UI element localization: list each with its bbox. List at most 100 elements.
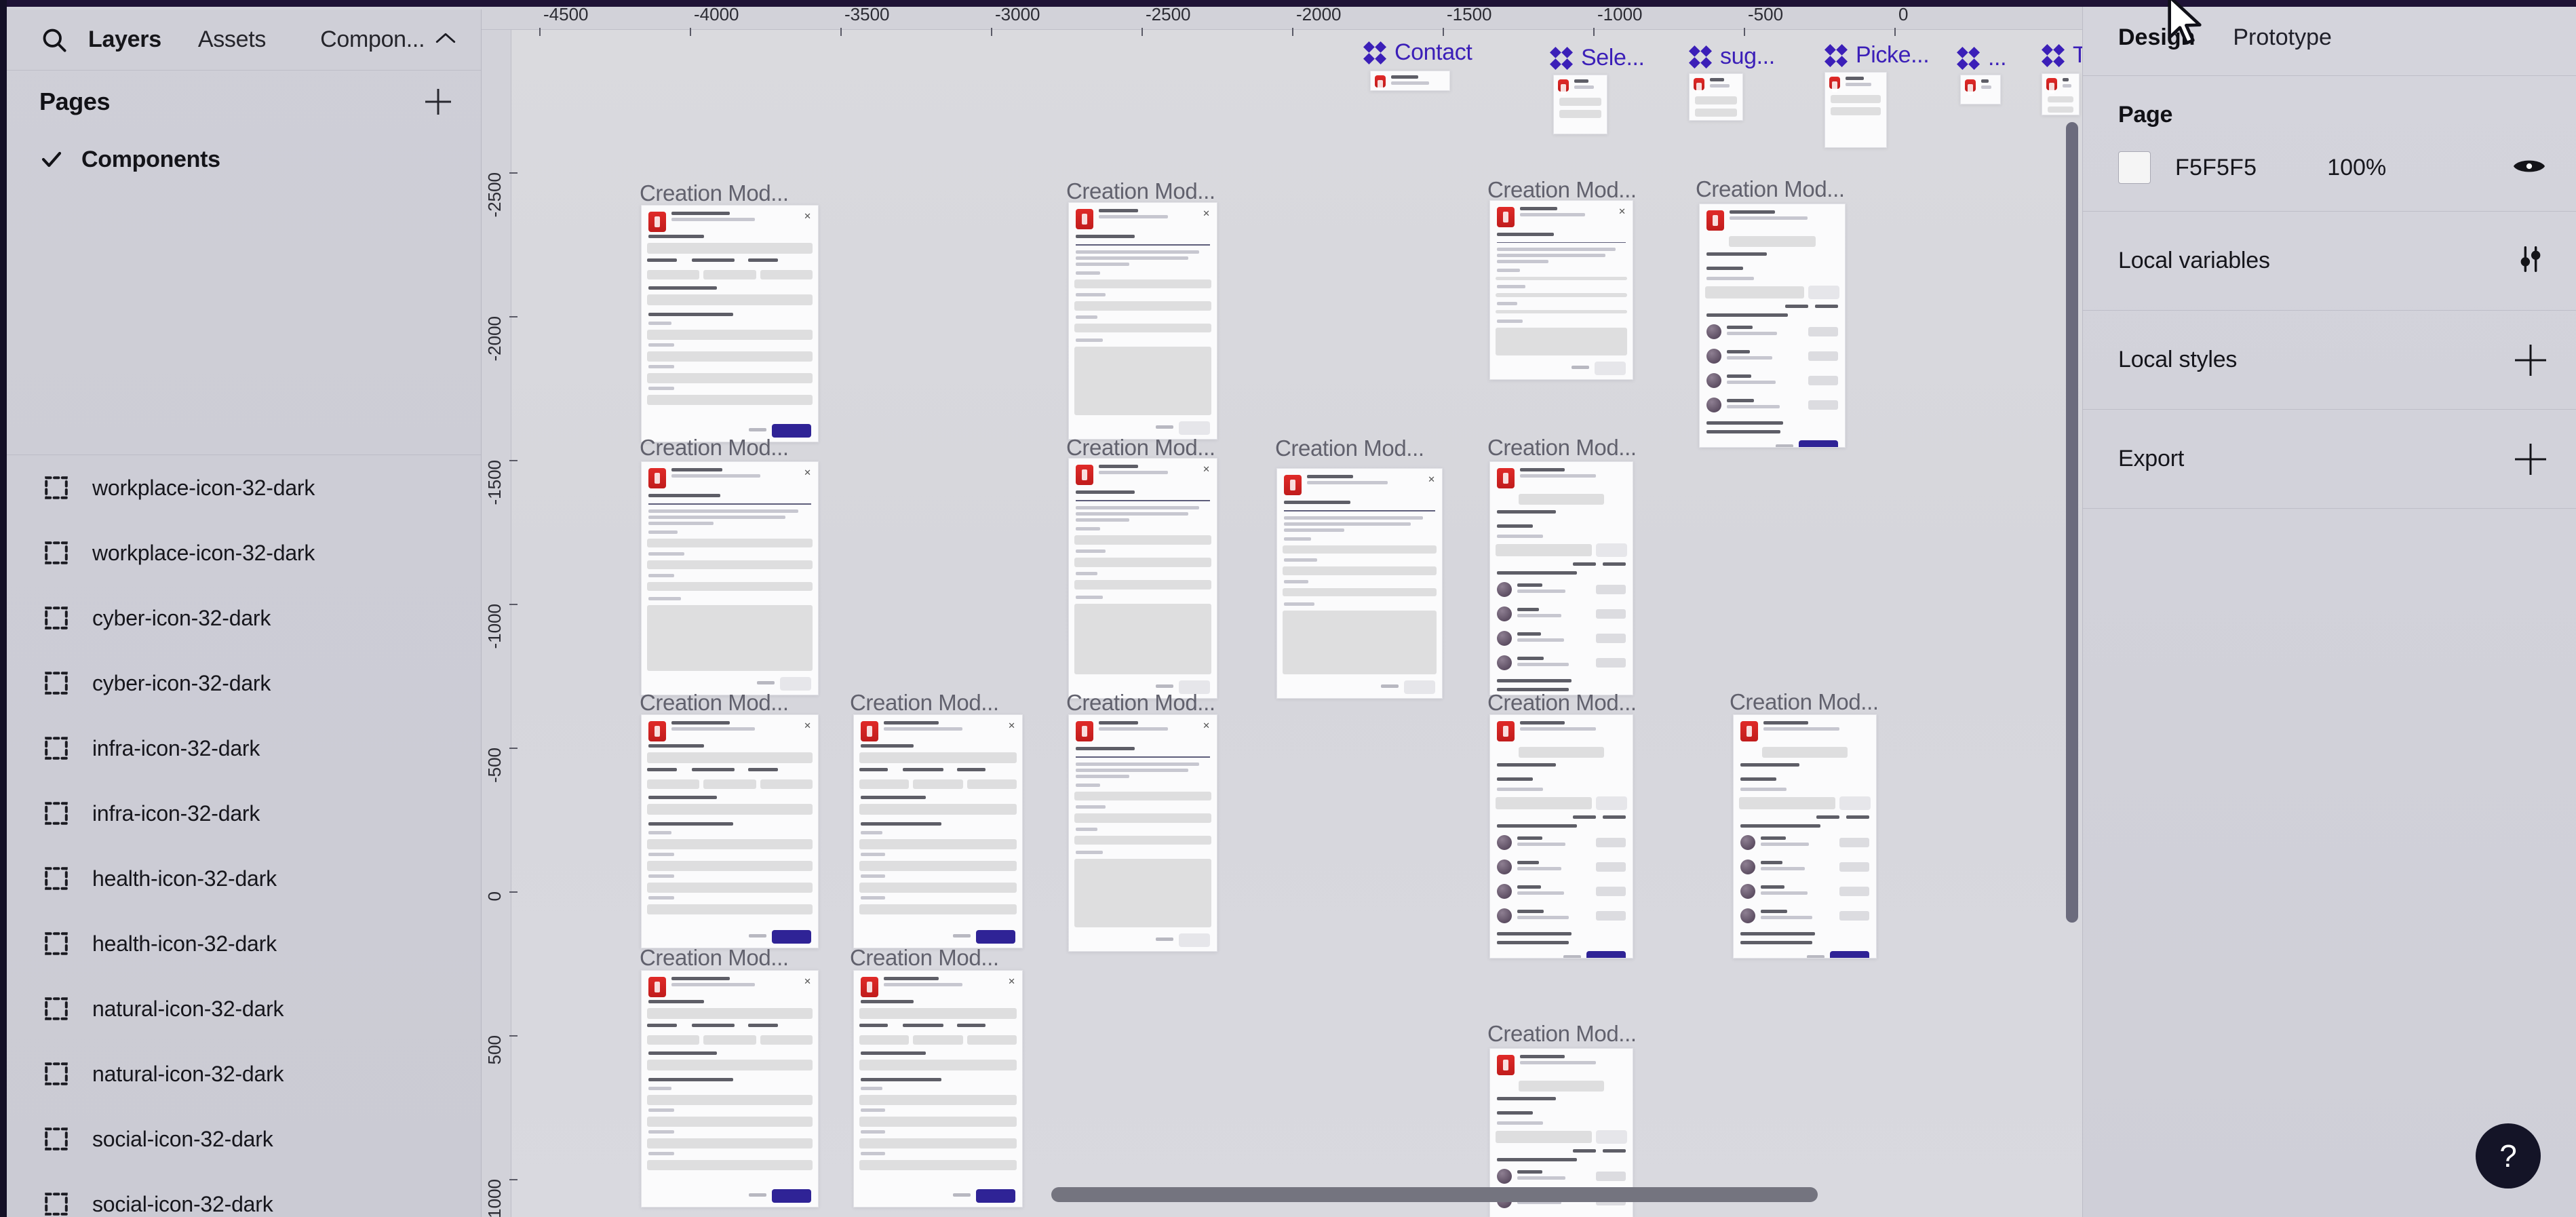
- canvas-component-thumbnail[interactable]: [1553, 75, 1607, 134]
- help-button[interactable]: ?: [2476, 1123, 2541, 1189]
- local-styles-label: Local styles: [2118, 347, 2238, 372]
- layer-item[interactable]: natural-icon-32-dark: [7, 1041, 481, 1106]
- frame-label[interactable]: Creation Mod...: [1730, 689, 1879, 715]
- canvas-frame-thumbnail[interactable]: ✕: [641, 205, 819, 442]
- sidebar-tab-bar: Layers Assets Compon...: [7, 9, 481, 71]
- add-local-style-button[interactable]: [2515, 345, 2546, 376]
- page-fill-opacity[interactable]: 100%: [2327, 155, 2386, 181]
- frame-label[interactable]: Creation Mod...: [1487, 1021, 1637, 1047]
- layer-item-label: social-icon-32-dark: [92, 1191, 273, 1216]
- eye-icon[interactable]: [2512, 155, 2546, 181]
- left-sidebar: Layers Assets Compon... Pages Components…: [7, 9, 482, 1217]
- canvas-frame-thumbnail[interactable]: [1489, 461, 1633, 695]
- ruler-tick-label: 0: [484, 891, 505, 902]
- export-row[interactable]: Export: [2083, 410, 2576, 509]
- canvas-frame-thumbnail[interactable]: ✕: [1068, 202, 1217, 440]
- ruler-tick-label: -1000: [1597, 4, 1643, 24]
- canvas-component-thumbnail[interactable]: [1370, 71, 1450, 91]
- layer-item[interactable]: health-icon-32-dark: [7, 846, 481, 911]
- layer-item[interactable]: natural-icon-32-dark: [7, 976, 481, 1041]
- layer-item[interactable]: workplace-icon-32-dark: [7, 455, 481, 520]
- frame-label[interactable]: Creation Mod...: [1696, 176, 1845, 202]
- component-icon: [43, 1191, 69, 1217]
- canvas-frame-thumbnail[interactable]: ✕: [641, 970, 819, 1208]
- ruler-tick-label: 500: [484, 1035, 505, 1065]
- page-color-swatch[interactable]: [2118, 151, 2151, 184]
- frame-label[interactable]: Creation Mod...: [640, 180, 789, 206]
- frame-label[interactable]: Creation Mod...: [640, 690, 789, 716]
- ruler-tick-label: 0: [1898, 4, 1909, 24]
- layer-item[interactable]: workplace-icon-32-dark: [7, 520, 481, 585]
- canvas-frame-thumbnail[interactable]: ✕: [641, 461, 819, 695]
- canvas-frame-thumbnail[interactable]: ✕: [641, 714, 819, 948]
- pages-header: Pages: [7, 71, 481, 133]
- canvas-frame-thumbnail[interactable]: ✕: [853, 714, 1023, 948]
- tab-prototype[interactable]: Prototype: [2233, 24, 2332, 51]
- tab-layers[interactable]: Layers: [88, 26, 161, 53]
- canvas-component-thumbnail[interactable]: [1824, 72, 1887, 148]
- pages-section: Pages Components: [7, 71, 481, 186]
- canvas-scrollbar-horizontal[interactable]: [1051, 1187, 1818, 1202]
- layer-item[interactable]: health-icon-32-dark: [7, 911, 481, 976]
- canvas-component-thumbnail[interactable]: [1960, 75, 2001, 104]
- canvas-component-thumbnail[interactable]: [2042, 73, 2080, 115]
- frame-label[interactable]: Creation Mod...: [640, 945, 789, 971]
- frame-label[interactable]: Creation Mod...: [1487, 435, 1637, 461]
- canvas-frame-thumbnail[interactable]: ✕: [1489, 200, 1633, 380]
- layers-list[interactable]: workplace-icon-32-dark workplace-icon-32-…: [7, 455, 481, 1217]
- component-frame-label[interactable]: Picke...: [1824, 42, 1930, 69]
- frame-label[interactable]: Creation Mod...: [1487, 690, 1637, 716]
- canvas-frame-thumbnail[interactable]: ✕: [1276, 468, 1443, 699]
- ruler-tick-label: -2500: [1146, 4, 1191, 24]
- component-frame-label[interactable]: Contact: [1363, 39, 1472, 66]
- frame-label[interactable]: Creation Mod...: [1066, 435, 1215, 461]
- layer-item[interactable]: social-icon-32-dark: [7, 1106, 481, 1172]
- canvas-frame-thumbnail[interactable]: [1489, 714, 1633, 959]
- local-variables-row[interactable]: Local variables: [2083, 212, 2576, 311]
- add-export-button[interactable]: [2515, 444, 2546, 475]
- layer-item-label: cyber-icon-32-dark: [92, 605, 271, 630]
- canvas-frame-thumbnail[interactable]: [1733, 714, 1877, 959]
- ruler-tick-label: -3000: [995, 4, 1040, 24]
- pages-title: Pages: [39, 88, 111, 115]
- component-icon: [43, 475, 69, 501]
- tab-design[interactable]: Design: [2118, 24, 2195, 51]
- layer-item[interactable]: infra-icon-32-dark: [7, 781, 481, 846]
- frame-label[interactable]: Creation Mod...: [640, 435, 789, 461]
- local-styles-row[interactable]: Local styles: [2083, 311, 2576, 410]
- component-icon: [43, 670, 69, 696]
- canvas-frame-thumbnail[interactable]: ✕: [1068, 458, 1217, 699]
- component-icon: [43, 866, 69, 891]
- frame-label[interactable]: Creation Mod...: [1066, 178, 1215, 204]
- frame-label[interactable]: Creation Mod...: [850, 690, 999, 716]
- page-fill-hex[interactable]: F5F5F5: [2175, 155, 2257, 181]
- canvas-frame-thumbnail[interactable]: ✕: [1068, 714, 1217, 952]
- layer-item[interactable]: infra-icon-32-dark: [7, 716, 481, 781]
- sliders-icon[interactable]: [2515, 244, 2546, 278]
- canvas-component-thumbnail[interactable]: [1689, 73, 1743, 121]
- canvas-frame-thumbnail[interactable]: ✕: [853, 970, 1023, 1208]
- page-item-components[interactable]: Components: [7, 133, 481, 186]
- component-frame-label[interactable]: ...: [1957, 45, 2007, 71]
- frame-label[interactable]: Creation Mod...: [1487, 177, 1637, 203]
- canvas-frame-thumbnail[interactable]: [1699, 204, 1846, 448]
- component-frame-label[interactable]: To: [2042, 42, 2082, 69]
- component-frame-label[interactable]: Sele...: [1550, 45, 1645, 71]
- layer-item[interactable]: cyber-icon-32-dark: [7, 651, 481, 716]
- page-fill-row: F5F5F5 100%: [2083, 128, 2576, 211]
- layer-item[interactable]: social-icon-32-dark: [7, 1172, 481, 1217]
- tab-assets[interactable]: Assets: [198, 26, 267, 53]
- frame-label[interactable]: Creation Mod...: [1275, 436, 1424, 461]
- frame-label[interactable]: Creation Mod...: [1066, 690, 1215, 716]
- canvas[interactable]: -4500 -4000 -3500 -3000 -2500 -2000 -1500 -1000…: [482, 0, 2082, 1217]
- component-frame-label[interactable]: sug...: [1689, 43, 1775, 70]
- frame-label[interactable]: Creation Mod...: [850, 945, 999, 971]
- search-icon[interactable]: [39, 25, 69, 55]
- chevron-up-icon[interactable]: [434, 30, 457, 50]
- canvas-scrollbar-vertical[interactable]: [2066, 122, 2078, 923]
- add-page-button[interactable]: [423, 86, 454, 117]
- tab-components[interactable]: Compon...: [320, 26, 425, 53]
- component-diamond-icon: [1824, 43, 1848, 69]
- layer-item[interactable]: cyber-icon-32-dark: [7, 585, 481, 651]
- right-sidebar: Design Prototype Page F5F5F5 100% Local …: [2082, 0, 2576, 1217]
